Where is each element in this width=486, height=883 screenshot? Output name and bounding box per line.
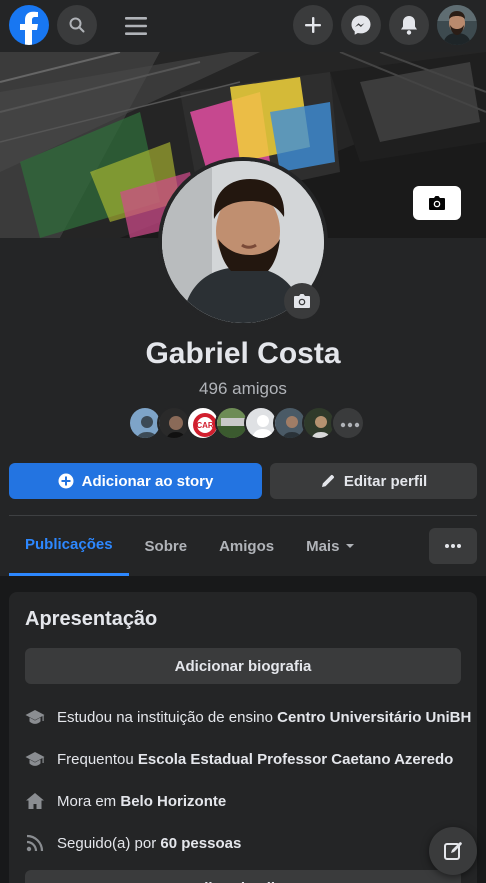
caret-down-icon (346, 544, 355, 548)
compose-button[interactable] (429, 827, 477, 875)
tab-mais-label: Mais (306, 537, 340, 555)
notifications-button[interactable] (389, 5, 429, 45)
intro-item-text: Frequentou (57, 750, 138, 768)
pencil-icon (321, 474, 334, 487)
intro-item-followers: Seguido(a) por 60 pessoas (25, 831, 241, 855)
intro-item-text: Estudou na instituição de ensino (57, 708, 278, 726)
intro-item-school: Frequentou Escola Estadual Professor Cae… (25, 747, 453, 771)
messenger-button[interactable] (341, 5, 381, 45)
create-button[interactable] (293, 5, 333, 45)
user-photo (437, 5, 477, 45)
tab-sobre[interactable]: Sobre (129, 516, 204, 576)
search-button[interactable] (57, 5, 97, 45)
rss-icon (25, 833, 45, 853)
intro-item-link[interactable]: 60 pessoas (160, 835, 241, 852)
compose-icon (444, 842, 462, 860)
facebook-f-icon (20, 11, 38, 45)
plus-circle-icon (58, 473, 74, 489)
add-to-story-button[interactable]: Adicionar ao story (9, 463, 262, 499)
friends-count[interactable]: 496 amigos (0, 379, 486, 399)
intro-item-link[interactable]: Belo Horizonte (120, 793, 226, 810)
friend-avatars-row: CAR (128, 406, 365, 440)
search-icon (69, 17, 85, 33)
graduation-cap-icon (25, 749, 45, 769)
plus-icon (305, 17, 321, 33)
intro-item-text: Mora em (57, 792, 121, 810)
intro-item-location: Mora em Belo Horizonte (25, 789, 226, 813)
edit-details-button[interactable]: Editar detalhes (25, 870, 461, 883)
menu-button[interactable] (116, 6, 156, 46)
profile-tabs: Publicações Sobre Amigos Mais (9, 516, 371, 576)
ellipsis-icon (445, 544, 461, 548)
hamburger-menu-icon (125, 17, 147, 35)
facebook-logo[interactable] (9, 5, 49, 45)
tab-mais[interactable]: Mais (290, 516, 371, 576)
intro-title: Apresentação (25, 608, 158, 630)
edit-cover-photo-button[interactable] (413, 186, 461, 220)
bell-icon (401, 16, 417, 35)
messenger-icon (351, 15, 371, 35)
camera-icon (429, 196, 445, 210)
add-to-story-label: Adicionar ao story (81, 472, 214, 490)
edit-profile-button[interactable]: Editar perfil (270, 463, 477, 499)
home-icon (25, 791, 45, 811)
account-avatar[interactable] (437, 5, 477, 45)
edit-profile-label: Editar perfil (343, 472, 428, 490)
top-navigation-bar (0, 0, 486, 52)
add-bio-button[interactable]: Adicionar biografia (25, 648, 461, 684)
edit-profile-picture-button[interactable] (284, 283, 320, 319)
intro-card: Apresentação Adicionar biografia Estudou… (9, 592, 477, 883)
intro-item-education: Estudou na instituição de ensino Centro … (25, 705, 471, 729)
profile-name: Gabriel Costa (145, 337, 341, 370)
camera-icon (294, 294, 310, 308)
more-options-button[interactable] (429, 528, 477, 564)
tab-amigos[interactable]: Amigos (203, 516, 290, 576)
friend-avatar[interactable] (331, 406, 365, 440)
tab-publicacoes[interactable]: Publicações (9, 516, 129, 576)
intro-item-link[interactable]: Centro Universitário UniBH (277, 709, 471, 726)
intro-item-text: Seguido(a) por (57, 834, 161, 852)
intro-item-link[interactable]: Escola Estadual Professor Caetano Azered… (138, 751, 453, 768)
graduation-cap-icon (25, 707, 45, 727)
svg-text:CAR: CAR (196, 421, 214, 430)
